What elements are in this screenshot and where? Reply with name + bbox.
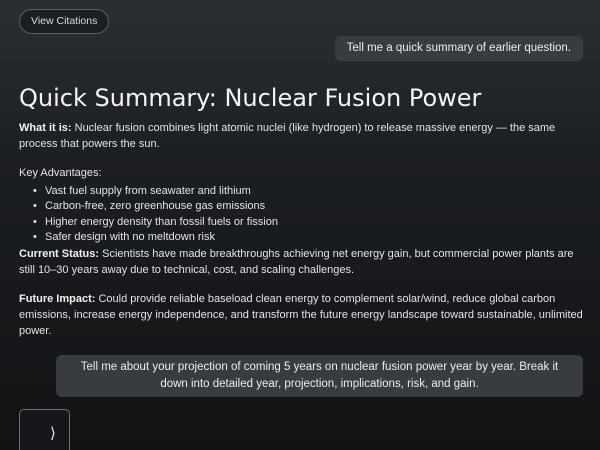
- user-message: Tell me about your projection of coming …: [56, 355, 583, 397]
- future-impact-text: Could provide reliable baseload clean en…: [19, 292, 583, 337]
- advantages-list: Vast fuel supply from seawater and lithi…: [33, 184, 585, 246]
- current-status-text: Scientists have made breakthroughs achie…: [19, 247, 574, 276]
- list-item: Vast fuel supply from seawater and lithi…: [33, 184, 585, 200]
- list-item: Higher energy density than fossil fuels …: [33, 215, 585, 231]
- current-status-paragraph: Current Status: Scientists have made bre…: [19, 246, 585, 278]
- future-impact-paragraph: Future Impact: Could provide reliable ba…: [19, 291, 585, 339]
- key-advantages-heading: Key Advantages:: [19, 167, 102, 179]
- what-it-is-text: Nuclear fusion combines light atomic nuc…: [19, 122, 556, 150]
- what-it-is-paragraph: What it is: Nuclear fusion combines ligh…: [19, 120, 585, 152]
- list-item: Safer design with no meltdown risk: [33, 230, 585, 246]
- assistant-response: Quick Summary: Nuclear Fusion Power What…: [19, 82, 585, 339]
- future-impact-label: Future Impact:: [19, 292, 96, 305]
- what-it-is-label: What it is:: [19, 122, 72, 134]
- list-item: Carbon-free, zero greenhouse gas emissio…: [33, 199, 585, 215]
- response-title: Quick Summary: Nuclear Fusion Power: [19, 84, 482, 112]
- user-message: Tell me a quick summary of earlier quest…: [334, 36, 583, 61]
- chevron-right-icon[interactable]: ⟩: [50, 424, 56, 442]
- current-status-label: Current Status:: [19, 247, 100, 260]
- view-citations-button[interactable]: View Citations: [19, 9, 110, 34]
- composer-input[interactable]: ⟩: [19, 409, 70, 450]
